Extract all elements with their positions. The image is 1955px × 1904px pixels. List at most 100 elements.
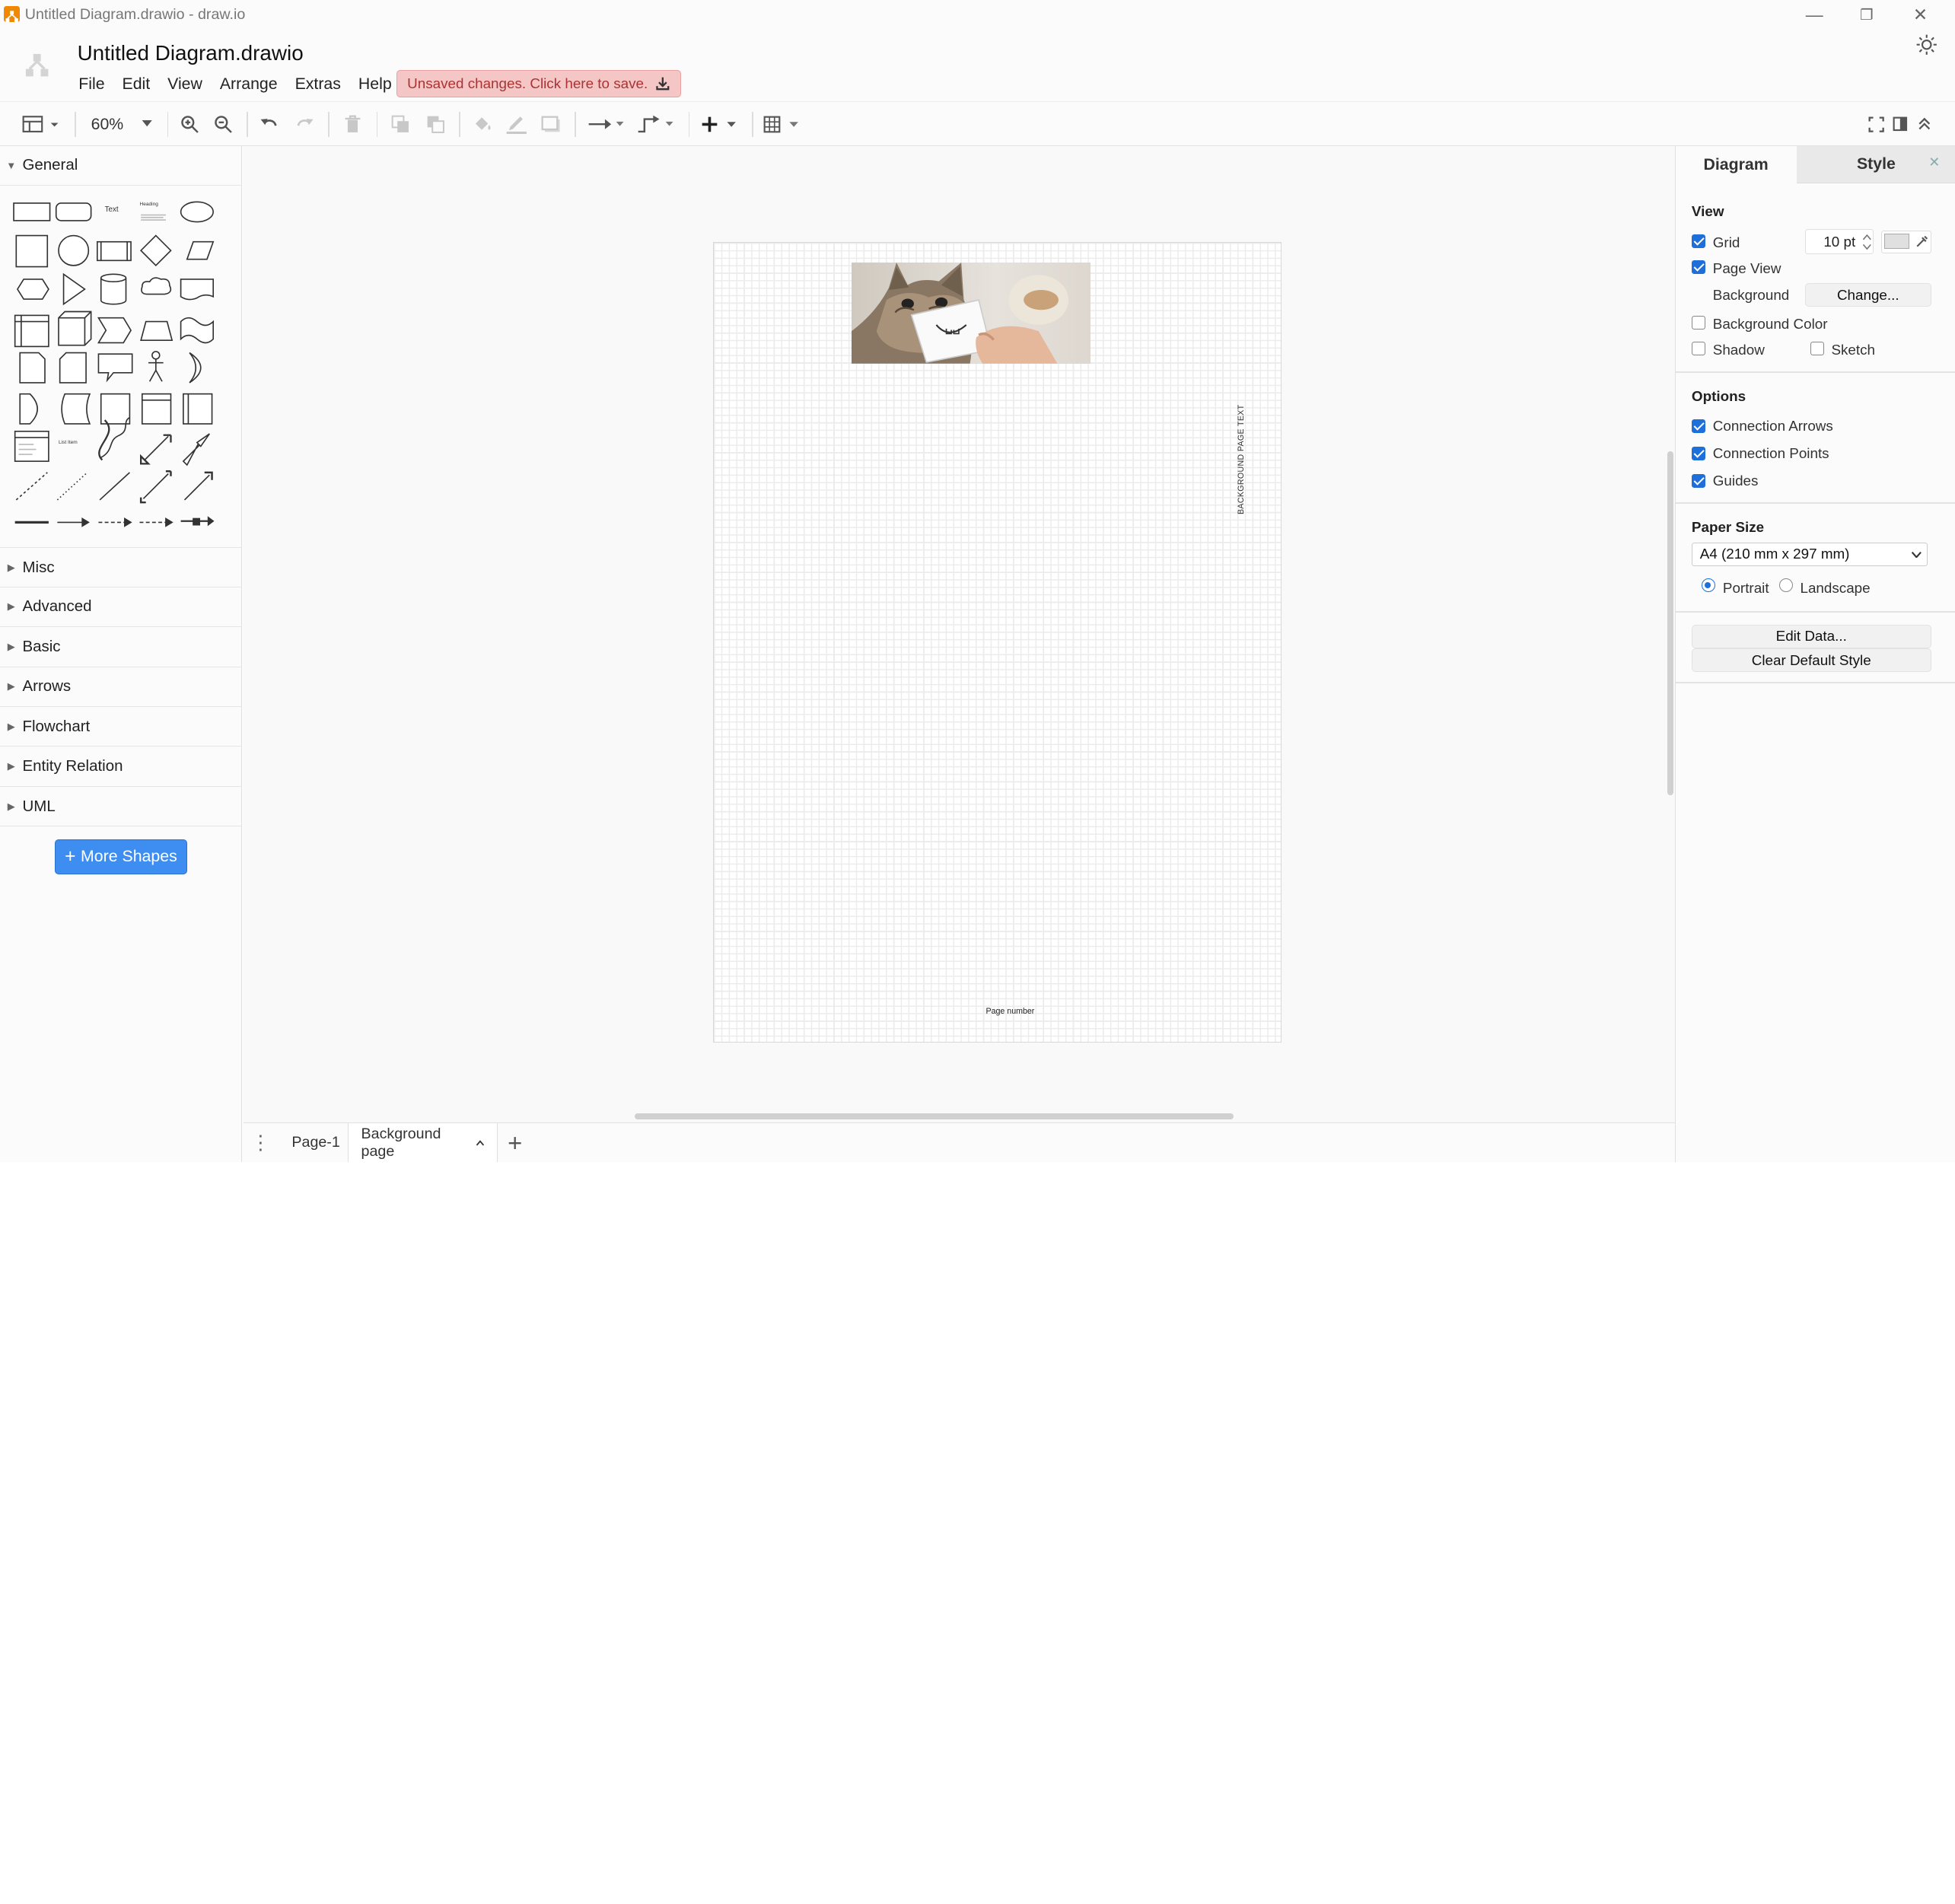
drawio-window: Untitled Diagram.drawio - draw.io — ❐ ✕ … <box>0 0 1955 1163</box>
document-title[interactable]: Untitled Diagram.drawio <box>78 41 304 65</box>
pages-menu-button[interactable]: ⋮ <box>246 1123 275 1162</box>
close-panel-icon[interactable]: ✕ <box>1928 154 1940 170</box>
tab-diagram[interactable]: Diagram <box>1675 145 1797 183</box>
format-toggle-button[interactable] <box>1890 112 1910 137</box>
portrait-label: Portrait <box>1722 579 1769 596</box>
format-panel: Diagram Style ✕ View Grid 10 pt Page Vie… <box>1674 145 1955 1163</box>
diagram-page[interactable]: BACKGROUND PAGE TEXT Page number <box>713 241 1282 1043</box>
connection-style-dropdown[interactable] <box>587 112 627 137</box>
page-tab-label: Background page <box>361 1125 441 1160</box>
change-background-button[interactable]: Change... <box>1805 282 1931 307</box>
chevron-right-icon: ▶ <box>7 720 15 732</box>
page-tabs-bar: ⋮ Page-1 Background page + <box>243 1122 1675 1163</box>
section-label: UML <box>22 797 56 815</box>
maximize-button[interactable]: ❐ <box>1842 2 1892 27</box>
trash-icon <box>345 115 361 132</box>
line-color-button[interactable] <box>504 112 529 137</box>
background-color-label: Background Color <box>1712 315 1828 332</box>
section-entity-relation[interactable]: ▶ Entity Relation <box>0 747 242 787</box>
section-basic[interactable]: ▶ Basic <box>0 627 242 667</box>
section-misc[interactable]: ▶ Misc <box>0 547 242 587</box>
redo-button[interactable] <box>293 112 315 137</box>
shadow-label: Shadow <box>1712 341 1765 358</box>
section-label: Entity Relation <box>22 757 123 775</box>
general-shapes-palette[interactable] <box>0 186 242 547</box>
shadow-checkbox[interactable] <box>1691 341 1705 355</box>
grid-checkbox[interactable] <box>1691 234 1705 249</box>
table-dropdown[interactable] <box>763 112 803 137</box>
shadow-button[interactable] <box>539 112 564 137</box>
horizontal-scrollbar[interactable] <box>635 1113 1234 1120</box>
drawio-app-icon <box>3 6 21 23</box>
guides-checkbox[interactable] <box>1691 473 1705 488</box>
connection-arrows-checkbox[interactable] <box>1691 419 1705 433</box>
delete-button[interactable] <box>342 112 364 137</box>
unsaved-changes-button[interactable]: Unsaved changes. Click here to save. <box>396 69 681 97</box>
to-back-button[interactable] <box>424 112 446 137</box>
vertical-scrollbar[interactable] <box>1667 451 1673 796</box>
fullscreen-button[interactable] <box>1867 112 1887 137</box>
collapse-toolbar-button[interactable] <box>1914 112 1934 137</box>
add-page-button[interactable]: + <box>500 1123 530 1162</box>
zoom-out-button[interactable] <box>212 112 234 137</box>
connection-points-checkbox[interactable] <box>1691 446 1705 460</box>
sidebar-panel-icon <box>1893 116 1908 132</box>
menu-arrange[interactable]: Arrange <box>211 70 286 99</box>
connection-points-label: Connection Points <box>1712 444 1829 461</box>
insert-dropdown[interactable] <box>701 112 740 137</box>
page-tab-page-1[interactable]: Page-1 <box>279 1123 352 1162</box>
paint-bucket-icon <box>476 117 491 130</box>
heading-shape-label[interactable]: Heading <box>140 202 158 207</box>
section-general[interactable]: ▼ General <box>0 146 242 186</box>
cat-image[interactable] <box>851 263 1091 364</box>
view-header: View <box>1691 203 1724 220</box>
waypoints-dropdown[interactable] <box>637 112 677 137</box>
pencil-icon <box>506 116 527 135</box>
section-label: General <box>22 156 78 174</box>
section-label: Basic <box>22 637 61 655</box>
section-label: Arrows <box>22 677 72 696</box>
toolbar: 60% <box>0 100 1955 146</box>
minimize-button[interactable]: — <box>1789 2 1839 27</box>
background-page-text[interactable]: BACKGROUND PAGE TEXT <box>1237 405 1246 515</box>
diagram-canvas[interactable]: BACKGROUND PAGE TEXT Page number <box>243 145 1675 1122</box>
portrait-radio[interactable] <box>1702 578 1716 593</box>
format-panel-toggle-button[interactable] <box>22 112 62 137</box>
chevron-right-icon: ▶ <box>7 561 15 573</box>
fill-color-button[interactable] <box>470 112 495 137</box>
to-back-icon <box>427 116 444 133</box>
chevron-down-icon: ▼ <box>6 159 17 171</box>
list-item-shape-label[interactable]: List Item <box>59 440 78 445</box>
menu-extras[interactable]: Extras <box>286 70 349 99</box>
section-flowchart[interactable]: ▶ Flowchart <box>0 707 242 747</box>
theme-toggle-icon[interactable] <box>1915 33 1937 56</box>
grid-color-button[interactable] <box>1880 231 1931 253</box>
page-tab-background-page[interactable]: Background page <box>348 1122 498 1163</box>
options-header: Options <box>1691 387 1746 404</box>
page-view-checkbox[interactable] <box>1691 260 1705 275</box>
zoom-in-button[interactable] <box>178 112 200 137</box>
text-shape-label[interactable]: Text <box>105 205 119 214</box>
zoom-out-icon <box>215 116 232 133</box>
sketch-checkbox[interactable] <box>1810 341 1824 355</box>
menu-help[interactable]: Help <box>349 70 400 99</box>
page-number-text[interactable]: Page number <box>985 1007 1034 1016</box>
paper-size-select[interactable]: A4 (210 mm x 297 mm) <box>1691 542 1928 566</box>
menu-file[interactable]: File <box>70 70 113 99</box>
more-shapes-button[interactable]: + More Shapes <box>55 839 187 874</box>
to-front-button[interactable] <box>389 112 411 137</box>
menu-view[interactable]: View <box>159 70 212 99</box>
section-uml[interactable]: ▶ UML <box>0 787 242 827</box>
undo-button[interactable] <box>258 112 280 137</box>
clear-default-style-button[interactable]: Clear Default Style <box>1691 648 1931 673</box>
zoom-dropdown[interactable]: 60% <box>82 112 157 137</box>
section-arrows[interactable]: ▶ Arrows <box>0 667 242 708</box>
close-window-button[interactable]: ✕ <box>1896 2 1946 27</box>
app-header: Untitled Diagram.drawio File Edit View A… <box>0 30 1955 100</box>
menu-edit[interactable]: Edit <box>113 70 159 99</box>
stepper-arrows-icon[interactable] <box>1861 232 1873 252</box>
landscape-radio[interactable] <box>1778 578 1793 593</box>
edit-data-button[interactable]: Edit Data... <box>1691 624 1931 649</box>
background-color-checkbox[interactable] <box>1691 315 1705 330</box>
section-advanced[interactable]: ▶ Advanced <box>0 587 242 628</box>
